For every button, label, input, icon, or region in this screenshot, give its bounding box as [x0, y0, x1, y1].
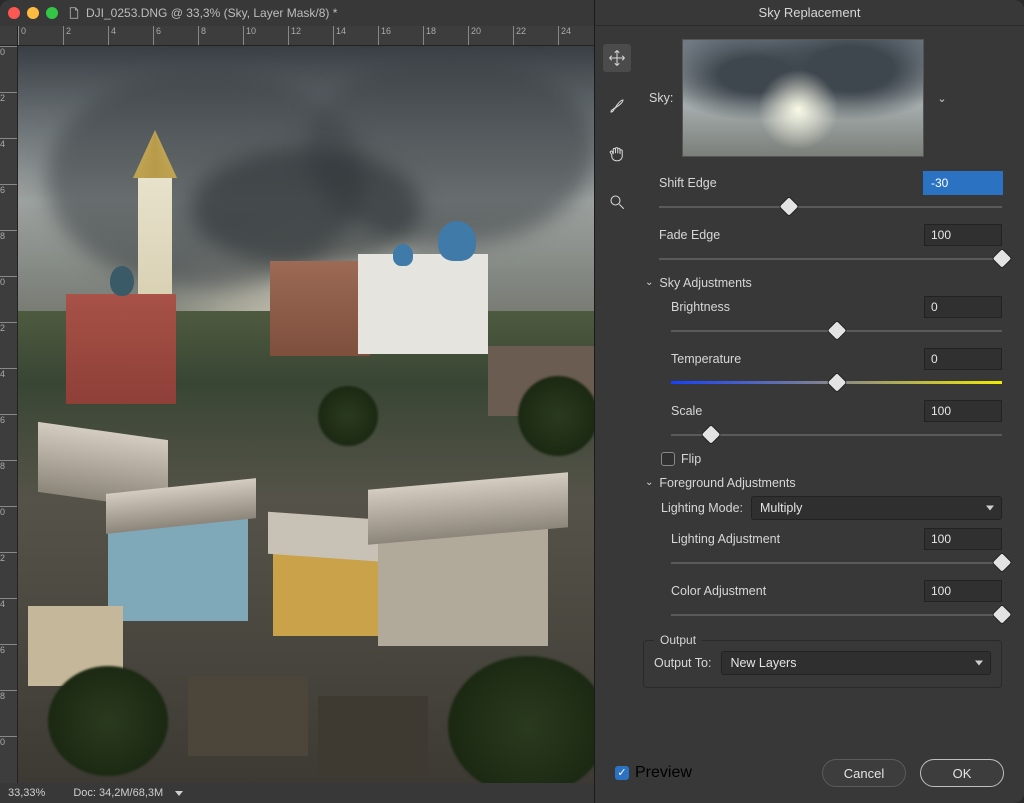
- vertical-ruler[interactable]: 0246802468024680: [0, 46, 18, 783]
- panel-footer: Preview Cancel OK: [595, 759, 1024, 803]
- lighting-mode-label: Lighting Mode:: [661, 501, 743, 515]
- sky-adjustments-header[interactable]: ⌄Sky Adjustments: [645, 276, 1002, 290]
- scale-label: Scale: [671, 404, 914, 418]
- lighting-mode-control: Lighting Mode: Multiply: [661, 496, 1002, 520]
- lighting-mode-select[interactable]: Multiply: [751, 496, 1002, 520]
- cancel-button[interactable]: Cancel: [822, 759, 906, 787]
- canvas[interactable]: [18, 46, 594, 783]
- lighting-adjustment-control: Lighting Adjustment 100: [671, 528, 1002, 570]
- preview-checkbox[interactable]: [615, 766, 629, 780]
- color-adjustment-label: Color Adjustment: [671, 584, 914, 598]
- fade-edge-control: Fade Edge 100: [659, 224, 1002, 266]
- brightness-control: Brightness 0: [671, 296, 1002, 338]
- shift-edge-control: Shift Edge -30: [659, 172, 1002, 214]
- output-header: Output: [654, 633, 702, 647]
- status-bar: 33,33% Doc: 34,2M/68,3M: [0, 783, 594, 803]
- minimize-window-icon[interactable]: [27, 7, 39, 19]
- fade-edge-label: Fade Edge: [659, 228, 914, 242]
- window-controls: [8, 7, 58, 19]
- lighting-adjustment-input[interactable]: 100: [924, 528, 1002, 550]
- brush-tool[interactable]: [603, 92, 631, 120]
- temperature-label: Temperature: [671, 352, 914, 366]
- brightness-label: Brightness: [671, 300, 914, 314]
- output-to-label: Output To:: [654, 656, 711, 670]
- brightness-slider[interactable]: [671, 324, 1002, 338]
- temperature-slider[interactable]: [671, 376, 1002, 390]
- doc-title-bar: DJI_0253.DNG @ 33,3% (Sky, Layer Mask/8)…: [0, 0, 594, 26]
- ruler-origin[interactable]: [0, 26, 18, 46]
- panel-controls: Sky: ⌄ Shift Edge -30 Fade Edge 100: [639, 26, 1024, 759]
- sky-replacement-panel: Sky Replacement Sky: ⌄: [594, 0, 1024, 803]
- lighting-adjustment-slider[interactable]: [671, 556, 1002, 570]
- flip-label: Flip: [681, 452, 701, 466]
- panel-tool-column: [595, 26, 639, 759]
- temperature-control: Temperature 0: [671, 348, 1002, 390]
- preview-label: Preview: [635, 764, 692, 782]
- preview-control[interactable]: Preview: [615, 764, 692, 782]
- hand-tool[interactable]: [603, 140, 631, 168]
- shift-edge-slider[interactable]: [659, 200, 1002, 214]
- color-adjustment-control: Color Adjustment 100: [671, 580, 1002, 622]
- document-window: DJI_0253.DNG @ 33,3% (Sky, Layer Mask/8)…: [0, 0, 594, 803]
- temperature-input[interactable]: 0: [924, 348, 1002, 370]
- doc-title: DJI_0253.DNG @ 33,3% (Sky, Layer Mask/8)…: [86, 6, 337, 20]
- docsize-readout[interactable]: Doc: 34,2M/68,3M: [73, 787, 183, 799]
- panel-title: Sky Replacement: [595, 0, 1024, 26]
- foreground-adjustments-header[interactable]: ⌄Foreground Adjustments: [645, 476, 1002, 490]
- color-adjustment-input[interactable]: 100: [924, 580, 1002, 602]
- flip-control[interactable]: Flip: [661, 452, 1002, 466]
- zoom-tool[interactable]: [603, 188, 631, 216]
- sky-preset-thumbnail[interactable]: [683, 40, 923, 156]
- scale-control: Scale 100: [671, 400, 1002, 442]
- output-section: Output Output To: New Layers: [643, 640, 1002, 688]
- close-window-icon[interactable]: [8, 7, 20, 19]
- lighting-adjustment-label: Lighting Adjustment: [671, 532, 914, 546]
- horizontal-ruler[interactable]: 024681012141618202224: [18, 26, 594, 46]
- brightness-input[interactable]: 0: [924, 296, 1002, 318]
- fade-edge-slider[interactable]: [659, 252, 1002, 266]
- sky-label: Sky:: [649, 91, 673, 105]
- output-to-select[interactable]: New Layers: [721, 651, 991, 675]
- color-adjustment-slider[interactable]: [671, 608, 1002, 622]
- zoom-readout[interactable]: 33,33%: [8, 787, 45, 799]
- move-tool[interactable]: [603, 44, 631, 72]
- fade-edge-input[interactable]: 100: [924, 224, 1002, 246]
- scale-slider[interactable]: [671, 428, 1002, 442]
- shift-edge-input[interactable]: -30: [924, 172, 1002, 194]
- document-icon: [68, 7, 80, 19]
- ok-button[interactable]: OK: [920, 759, 1004, 787]
- chevron-right-icon[interactable]: [175, 791, 183, 796]
- zoom-window-icon[interactable]: [46, 7, 58, 19]
- sky-preset-dropdown[interactable]: ⌄: [933, 88, 950, 109]
- scale-input[interactable]: 100: [924, 400, 1002, 422]
- shift-edge-label: Shift Edge: [659, 176, 914, 190]
- flip-checkbox[interactable]: [661, 452, 675, 466]
